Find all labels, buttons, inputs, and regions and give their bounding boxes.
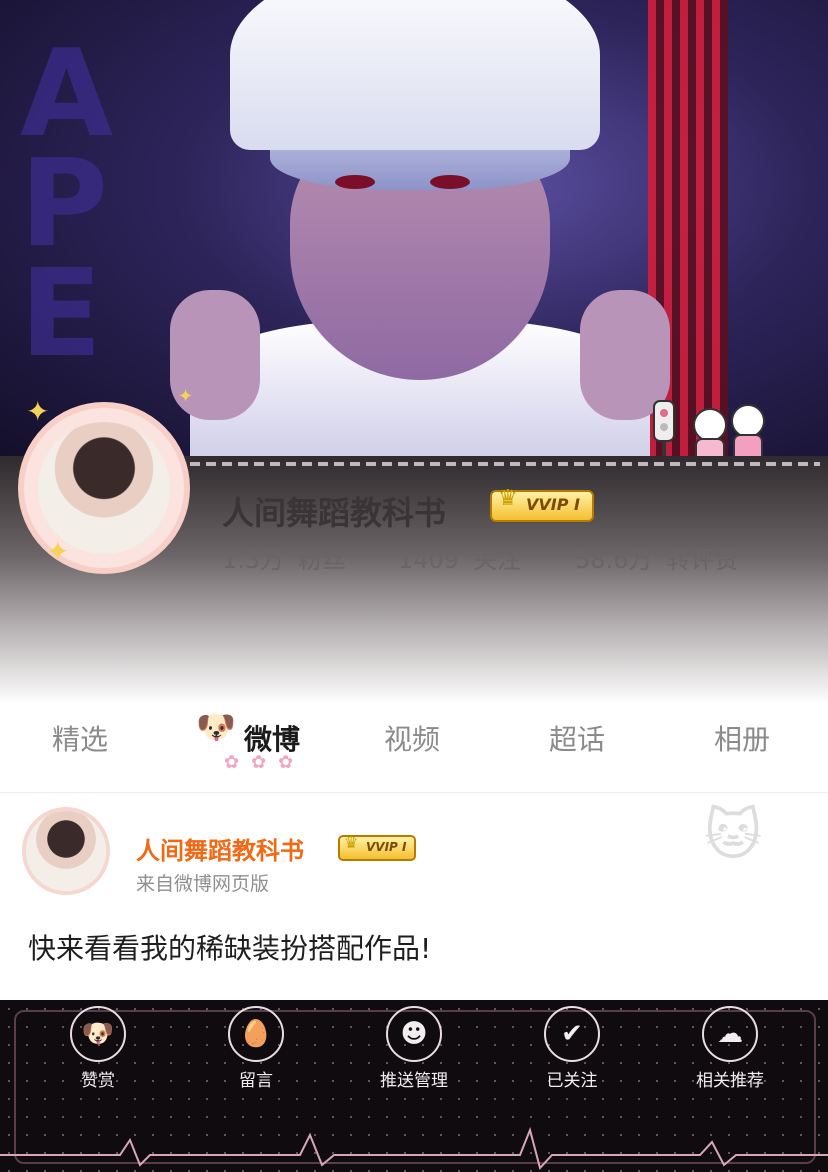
sparkle-icon: ✦ [26, 395, 50, 428]
stat-likes-label: 转评赞 [666, 546, 739, 574]
cover-sticker-dogs [653, 400, 765, 460]
character-push-icon: ☻ [386, 1006, 442, 1062]
push-manage-button[interactable]: ☻ 推送管理 [354, 1006, 474, 1091]
tab-active-indicator: ✿✿✿ [224, 752, 306, 773]
reward-button[interactable]: 🐶 赞赏 [38, 1006, 158, 1091]
recommend-button[interactable]: ☁ 相关推荐 [670, 1006, 790, 1091]
header-decoration-line [190, 462, 820, 466]
tab-album[interactable]: 相册 [714, 718, 770, 758]
post-author-name[interactable]: 人间舞蹈教科书 [136, 831, 304, 866]
push-manage-label: 推送管理 [380, 1071, 448, 1091]
post-card: 人间舞蹈教科书 ♛ VVIP I 来自微博网页版 🐱 快来看看我的稀缺装扮搭配作… [0, 793, 828, 999]
stat-following[interactable]: 1409 关注 [398, 540, 521, 575]
cover-background-letters: APE [20, 25, 113, 384]
puppy-tab-icon: 🐶 [196, 708, 236, 746]
character-followed-icon: ✔ [544, 1006, 600, 1062]
egg-message-icon: 🥚 [228, 1006, 284, 1062]
hello-kitty-sticker-icon: 🐱 [703, 803, 763, 868]
vip-badge[interactable]: ♛ VVIP I [490, 486, 594, 522]
sparkle-icon: ✦ [178, 386, 194, 407]
stat-fans-label: 粉丝 [298, 546, 347, 574]
message-label: 留言 [239, 1071, 273, 1091]
post-vip-label: VVIP I [366, 840, 407, 854]
tab-super-topic[interactable]: 超话 [549, 718, 605, 758]
stat-fans-value: 1.3万 [222, 546, 285, 574]
profile-tabs: 精选 🐶 微博 ✿✿✿ 视频 超话 相册 [0, 704, 828, 793]
tab-video[interactable]: 视频 [384, 718, 440, 758]
post-author-avatar[interactable] [26, 811, 106, 891]
tab-featured[interactable]: 精选 [52, 718, 108, 758]
followed-label: 已关注 [546, 1071, 598, 1091]
profile-action-bar: 🐶 赞赏 🥚 留言 ☻ 推送管理 ✔ 已关注 ☁ 相关推荐 [0, 1000, 828, 1172]
vip-badge-label: VVIP I [526, 495, 580, 514]
post-vip-badge[interactable]: ♛ VVIP I [338, 833, 417, 861]
dog-reward-icon: 🐶 [70, 1006, 126, 1062]
crown-icon: ♛ [498, 486, 518, 511]
heartbeat-decoration [0, 1126, 828, 1170]
post-text[interactable]: 快来看看我的稀缺装扮搭配作品! [28, 927, 431, 967]
crown-icon: ♛ [344, 833, 359, 852]
cover-character [170, 0, 670, 460]
recommend-label: 相关推荐 [696, 1071, 764, 1091]
profile-username: 人间舞蹈教科书 [222, 494, 447, 532]
post-source: 来自微博网页版 [136, 873, 270, 895]
sparkle-icon: ✦ [46, 535, 70, 568]
stat-likes-value: 58.6万 [575, 546, 653, 574]
stat-following-value: 1409 [398, 546, 460, 574]
followed-button[interactable]: ✔ 已关注 [512, 1006, 632, 1091]
profile-cover-image[interactable]: APE [0, 0, 828, 460]
stat-likes[interactable]: 58.6万 转评赞 [575, 540, 738, 575]
stat-fans[interactable]: 1.3万 粉丝 [222, 540, 346, 575]
stat-following-label: 关注 [473, 546, 522, 574]
profile-avatar[interactable]: ✦ ✦ ✦ [18, 388, 198, 578]
message-button[interactable]: 🥚 留言 [196, 1006, 316, 1091]
cloud-recommend-icon: ☁ [702, 1006, 758, 1062]
reward-label: 赞赏 [81, 1071, 115, 1091]
